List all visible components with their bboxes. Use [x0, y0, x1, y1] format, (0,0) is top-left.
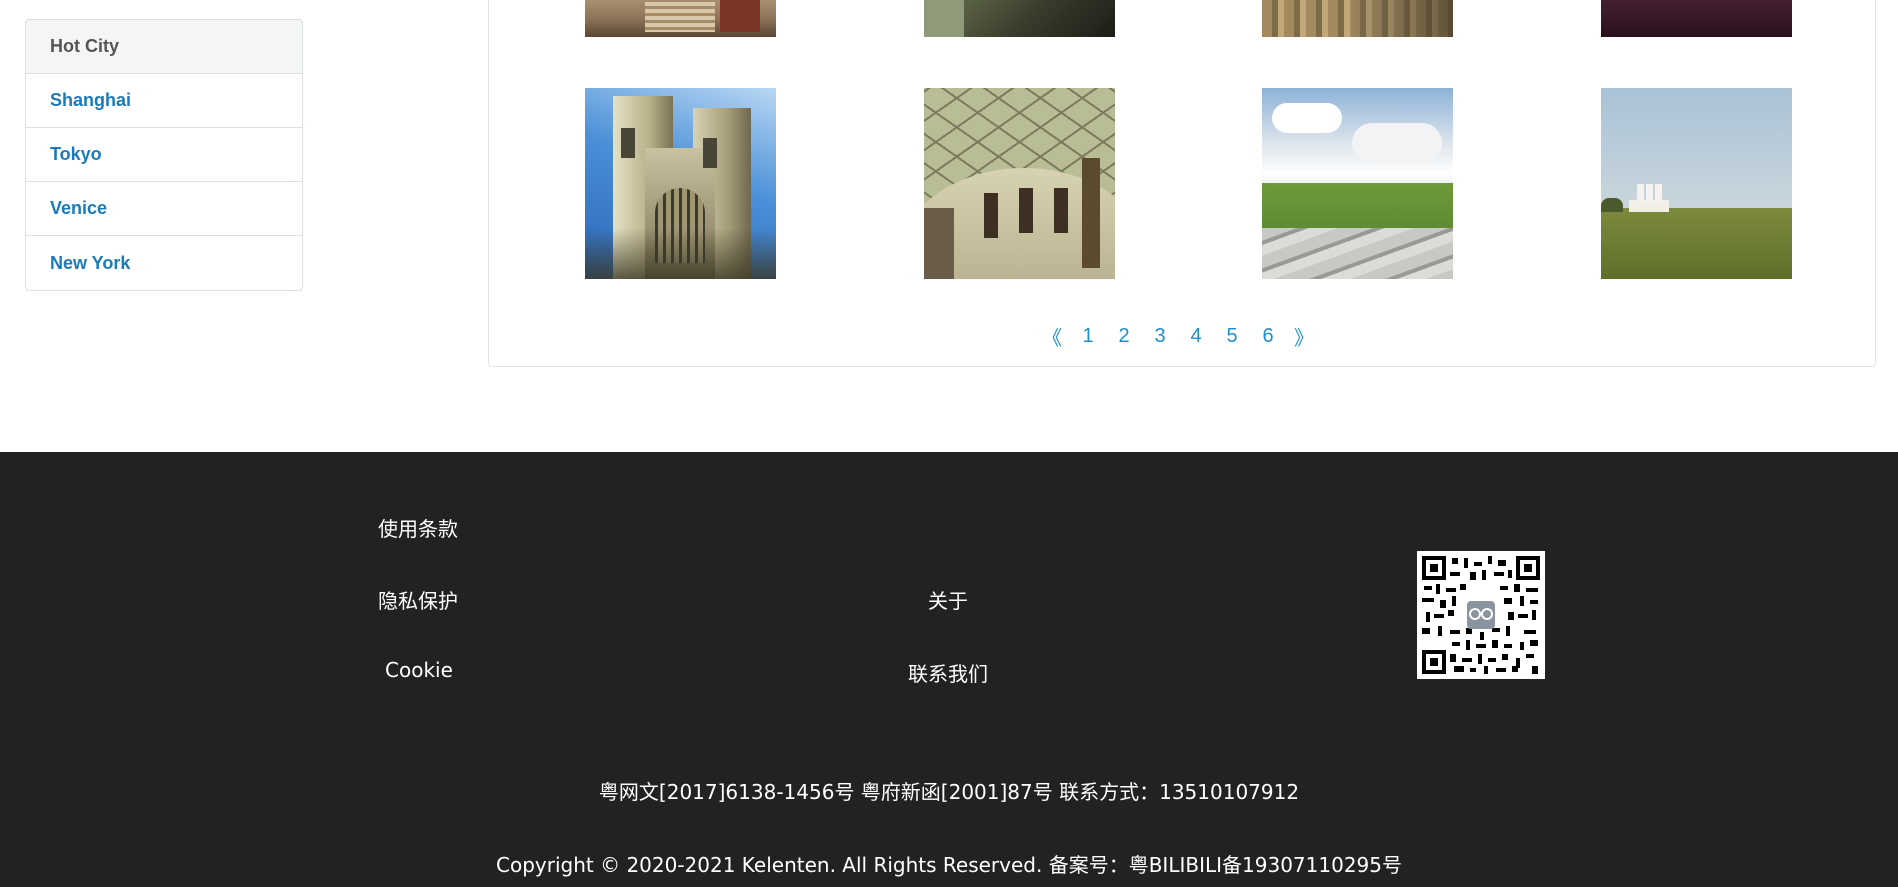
hot-city-panel: Hot City Shanghai Tokyo Venice New York: [25, 19, 303, 291]
gallery-panel: [488, 0, 1876, 367]
sidebar-item-new-york[interactable]: New York: [26, 236, 302, 290]
site-footer: 使用条款 隐私保护 Cookie 关于 联系我们 粤网文[2017]6138-1…: [0, 452, 1898, 887]
british-museum-great-court-photo[interactable]: [924, 88, 1115, 279]
thumb-row1-4[interactable]: [1601, 0, 1792, 37]
pagination: 《 1 2 3 4 5 6 》: [1034, 322, 1322, 351]
pager-page-2[interactable]: 2: [1106, 325, 1142, 348]
footer-copyright-line: Copyright © 2020-2021 Kelenten. All Righ…: [496, 853, 1402, 877]
sidebar-item-shanghai[interactable]: Shanghai: [26, 74, 302, 128]
pager-next-button[interactable]: 》: [1286, 322, 1322, 351]
westminster-abbey-photo[interactable]: [585, 88, 776, 279]
pager-page-1[interactable]: 1: [1070, 325, 1106, 348]
pager-page-3[interactable]: 3: [1142, 325, 1178, 348]
thumb-row1-2[interactable]: [924, 0, 1115, 37]
green-field-white-building-photo[interactable]: [1601, 88, 1792, 279]
sidebar-item-venice[interactable]: Venice: [26, 182, 302, 236]
hot-city-title: Hot City: [26, 20, 302, 74]
rocky-meadow-clouds-photo[interactable]: [1262, 88, 1453, 279]
pager-page-4[interactable]: 4: [1178, 325, 1214, 348]
thumb-row1-3[interactable]: [1262, 0, 1453, 37]
qr-code-icon: [1417, 551, 1545, 679]
thumb-row1-1[interactable]: [585, 0, 776, 37]
pager-prev-button[interactable]: 《: [1034, 322, 1070, 351]
pager-page-6[interactable]: 6: [1250, 325, 1286, 348]
sidebar-item-tokyo[interactable]: Tokyo: [26, 128, 302, 182]
footer-link-privacy[interactable]: 隐私保护: [378, 585, 458, 614]
pager-page-5[interactable]: 5: [1214, 325, 1250, 348]
footer-link-terms[interactable]: 使用条款: [378, 513, 458, 542]
footer-license-line: 粤网文[2017]6138-1456号 粤府新函[2001]87号 联系方式：1…: [598, 780, 1300, 804]
footer-link-contact[interactable]: 联系我们: [908, 658, 988, 687]
footer-link-cookie[interactable]: Cookie: [385, 658, 453, 682]
footer-link-about[interactable]: 关于: [928, 585, 968, 614]
